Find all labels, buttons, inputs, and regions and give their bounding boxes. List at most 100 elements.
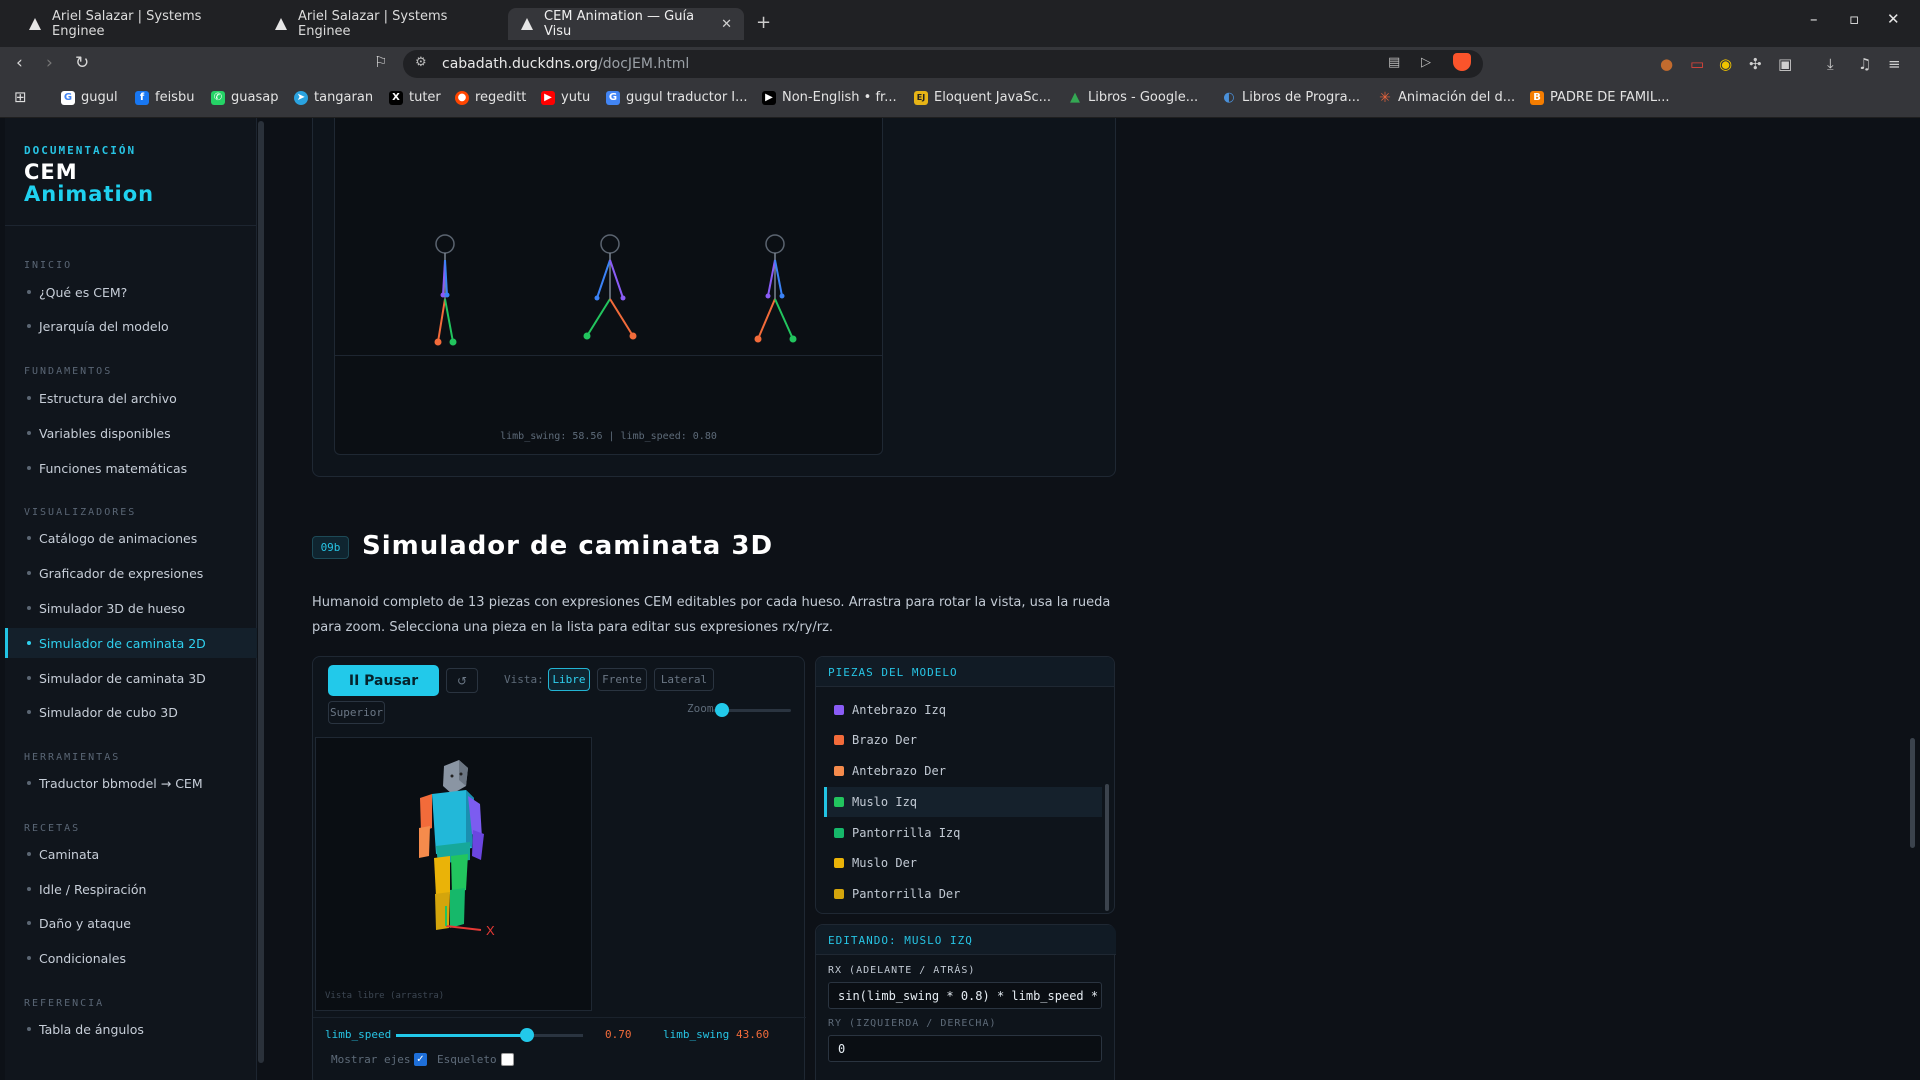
download-icon[interactable]: ⤓: [1827, 55, 1834, 73]
site-favicon-icon: [28, 17, 42, 31]
bookmark-item[interactable]: EJ Eloquent JavaSc...: [914, 90, 1051, 105]
nav-item[interactable]: Simulador de caminata 3D: [5, 663, 257, 693]
brave-shield-icon[interactable]: [1453, 53, 1471, 71]
part-item[interactable]: Pantorrilla Izq: [824, 818, 1102, 848]
limb-swing-label: limb_swing: [663, 1028, 730, 1041]
pause-button[interactable]: II Pausar: [328, 665, 439, 696]
part-item-selected[interactable]: Muslo Izq: [824, 787, 1102, 817]
drive-icon: ▲: [1070, 90, 1080, 105]
color-swatch: [834, 705, 844, 715]
part-item[interactable]: Brazo Der: [824, 725, 1102, 755]
zoom-label: Zoom: [687, 702, 714, 715]
x-icon: X: [389, 90, 403, 105]
nav-item[interactable]: ¿Qué es CEM?: [5, 277, 257, 307]
maximize-icon[interactable]: ▫: [1849, 10, 1859, 28]
view-top-button[interactable]: Superior: [328, 701, 385, 724]
tab-close-icon[interactable]: ✕: [721, 17, 732, 32]
nav-item[interactable]: Catálogo de animaciones: [5, 523, 257, 553]
model-calf: [435, 892, 450, 930]
menu-icon[interactable]: ≡: [1888, 55, 1901, 73]
nav-item[interactable]: Jerarquía del modelo: [5, 311, 257, 341]
nav-item[interactable]: Estructura del archivo: [5, 383, 257, 413]
send-icon[interactable]: ▷: [1421, 55, 1431, 70]
color-swatch: [834, 858, 844, 868]
view-front-button[interactable]: Frente: [597, 668, 647, 691]
nav-item[interactable]: Traductor bbmodel → CEM: [5, 768, 257, 798]
color-swatch: [834, 889, 844, 899]
browser-tab-2[interactable]: Ariel Salazar | Systems Enginee: [262, 8, 498, 40]
bookmark-item[interactable]: Ggugul traductor I...: [606, 90, 748, 105]
model-parts-panel: PIEZAS DEL MODELO Antebrazo Izq Brazo De…: [815, 656, 1115, 914]
close-window-icon[interactable]: ✕: [1887, 10, 1900, 28]
forward-icon[interactable]: ›: [46, 53, 53, 73]
page-scrollbar[interactable]: [1910, 738, 1915, 848]
nav-item-active[interactable]: Simulador de caminata 2D: [5, 628, 257, 658]
bookmark-item[interactable]: ➤ tangaran: [294, 90, 373, 105]
bookmark-item[interactable]: f feisbu: [135, 90, 194, 105]
wallet-icon[interactable]: ▣: [1778, 55, 1792, 73]
part-item[interactable]: Pantorrilla Der: [824, 879, 1102, 909]
skeleton-checkbox[interactable]: [501, 1053, 514, 1066]
nav-item[interactable]: Variables disponibles: [5, 418, 257, 448]
walk-readout: limb_swing: 58.56 | limb_speed: 0.80: [500, 431, 717, 442]
site-info-icon[interactable]: ⚙: [415, 55, 427, 70]
nav-item[interactable]: Daño y ataque: [5, 908, 257, 938]
docs-sidebar: DOCUMENTACIÓN CEM Animation INICIO ¿Qué …: [5, 118, 257, 1080]
walk-2d-canvas[interactable]: limb_swing: 58.56 | limb_speed: 0.80: [334, 118, 883, 455]
ry-expression-input[interactable]: 0: [828, 1035, 1102, 1062]
bookmark-item[interactable]: B PADRE DE FAMIL...: [1530, 90, 1670, 105]
bookmark-item[interactable]: ◐ Libros de Progra...: [1222, 90, 1360, 105]
extensions-puzzle-icon[interactable]: ✣: [1749, 55, 1762, 73]
brand-title[interactable]: CEM Animation: [24, 161, 154, 205]
show-axes-checkbox[interactable]: ✓: [414, 1053, 427, 1066]
bookmark-item[interactable]: ✆ guasap: [211, 90, 278, 105]
rx-expression-input[interactable]: sin(limb_swing * 0.8) * limb_speed * 0.: [828, 982, 1102, 1009]
nav-item[interactable]: Funciones matemáticas: [5, 453, 257, 483]
3d-viewport[interactable]: X Vista libre (arrastra): [315, 737, 592, 1011]
part-item[interactable]: Antebrazo Izq: [824, 695, 1102, 725]
nav-item[interactable]: Simulador de cubo 3D: [5, 697, 257, 727]
nav-item[interactable]: Caminata: [5, 839, 257, 869]
extension-cookie-icon[interactable]: ●: [1660, 55, 1673, 73]
media-icon[interactable]: ♫: [1858, 55, 1871, 73]
bookmark-item[interactable]: ✳ Animación del d...: [1378, 90, 1515, 106]
nav-item[interactable]: Idle / Respiración: [5, 874, 257, 904]
new-tab-button[interactable]: +: [756, 12, 771, 33]
zoom-slider-knob[interactable]: [715, 703, 730, 717]
limb-speed-knob[interactable]: [519, 1028, 534, 1042]
reset-icon[interactable]: ↺: [446, 668, 478, 693]
bookmark-item[interactable]: Xtuter: [389, 90, 441, 105]
parts-scrollbar[interactable]: [1105, 784, 1109, 911]
part-item[interactable]: Antebrazo Der: [824, 756, 1102, 786]
reader-mode-icon[interactable]: ▤: [1388, 55, 1400, 70]
back-icon[interactable]: ‹: [16, 53, 23, 73]
bookmark-item[interactable]: ● regeditt: [455, 90, 526, 105]
stick-figures: [434, 234, 797, 346]
part-item[interactable]: Muslo Der: [824, 848, 1102, 878]
model-arm: [420, 794, 432, 832]
nav-item[interactable]: Graficador de expresiones: [5, 558, 257, 588]
view-side-button[interactable]: Lateral: [654, 668, 714, 691]
reload-icon[interactable]: ↻: [75, 53, 89, 73]
viewport-caption: Vista libre (arrastra): [325, 991, 445, 1001]
address-bar[interactable]: ⚙ cabadath.duckdns.org/docJEM.html ▤ ▷: [403, 50, 1483, 78]
view-free-button[interactable]: Libre: [548, 668, 590, 691]
extension-circle-icon[interactable]: ◉: [1719, 55, 1732, 73]
whatsapp-icon: ✆: [211, 90, 225, 105]
browser-tab-1[interactable]: Ariel Salazar | Systems Enginee: [16, 8, 252, 40]
tab-title: Ariel Salazar | Systems Enginee: [298, 9, 448, 39]
bookmark-item[interactable]: ▶ Non-English • fr...: [762, 90, 897, 105]
minimize-icon[interactable]: –: [1810, 10, 1818, 28]
extension-cast-icon[interactable]: ▭: [1690, 55, 1704, 73]
nav-item[interactable]: Condicionales: [5, 943, 257, 973]
sidebar-scrollbar[interactable]: [258, 121, 264, 1063]
bookmark-item[interactable]: Ggugul: [61, 90, 118, 105]
bookmark-item[interactable]: ▲ Libros - Google...: [1068, 90, 1198, 105]
apps-grid-icon[interactable]: ⊞: [14, 88, 27, 106]
page-content: DOCUMENTACIÓN CEM Animation INICIO ¿Qué …: [0, 118, 1920, 1080]
nav-item[interactable]: Simulador 3D de hueso: [5, 593, 257, 623]
bookmark-icon[interactable]: ⚐: [374, 53, 387, 71]
nav-item[interactable]: Tabla de ángulos: [5, 1014, 257, 1044]
bookmark-item[interactable]: ▶ yutu: [541, 90, 590, 105]
browser-tab-active[interactable]: CEM Animation — Guía Visu ✕: [508, 8, 744, 40]
